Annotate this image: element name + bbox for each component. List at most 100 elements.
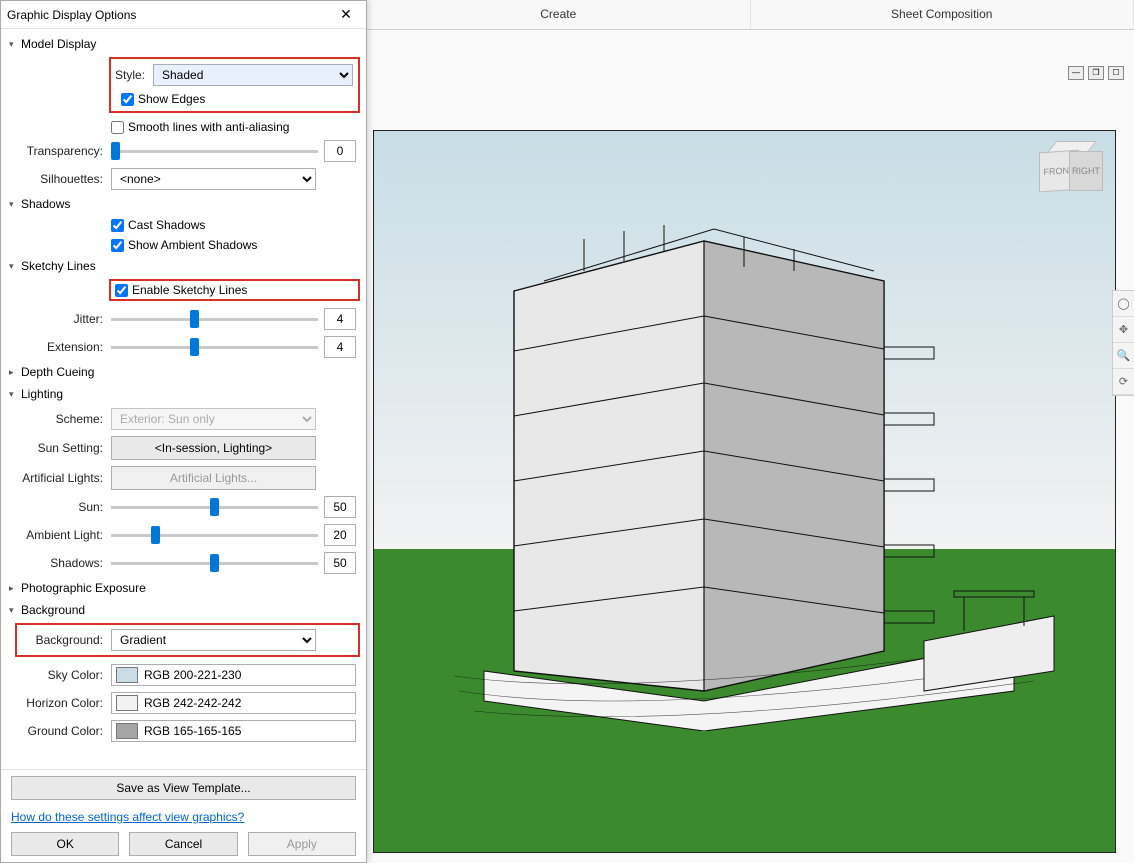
scheme-label: Scheme: [1,412,111,426]
ok-button[interactable]: OK [11,832,119,856]
jitter-label: Jitter: [1,312,111,326]
dialog-footer: Save as View Template... How do these se… [1,769,366,862]
nav-orbit-icon[interactable]: ⟳ [1113,369,1134,395]
dialog-title-text: Graphic Display Options [7,8,332,22]
section-title: Sketchy Lines [21,259,96,273]
section-depth-cueing[interactable]: ▸ Depth Cueing [1,361,366,383]
ambient-shadows-label: Show Ambient Shadows [128,238,257,252]
horizon-color-label: Horizon Color: [1,696,111,710]
sky-color-value: RGB 200-221-230 [144,668,241,682]
cancel-button[interactable]: Cancel [129,832,237,856]
chevron-right-icon: ▸ [9,367,21,378]
model-canvas[interactable]: FRONT RIGHT [373,130,1116,853]
section-title: Shadows [21,197,70,211]
transparency-label: Transparency: [1,144,111,158]
sun-input[interactable] [324,496,356,518]
section-shadows[interactable]: ▾ Shadows [1,193,366,215]
extension-label: Extension: [1,340,111,354]
chevron-down-icon: ▾ [9,261,21,272]
extension-input[interactable] [324,336,356,358]
section-title: Photographic Exposure [21,581,146,595]
section-background[interactable]: ▾ Background [1,599,366,621]
apply-button[interactable]: Apply [248,832,356,856]
style-select[interactable]: Shaded [153,64,353,86]
chevron-down-icon: ▾ [9,199,21,210]
graphic-display-options-dialog: Graphic Display Options ✕ ▾ Model Displa… [0,0,367,863]
sun-label: Sun: [1,500,111,514]
show-edges-checkbox[interactable]: Show Edges [121,92,205,106]
ground-color-button[interactable]: RGB 165-165-165 [111,720,356,742]
cast-shadows-checkbox[interactable]: Cast Shadows [111,218,205,232]
horizon-color-swatch [116,695,138,711]
building-render [454,171,1074,731]
jitter-slider[interactable] [111,318,318,321]
transparency-slider[interactable] [111,150,318,153]
background-label: Background: [23,633,111,647]
navigation-bar: ◯ ✥ 🔍 ⟳ [1112,290,1134,396]
silhouettes-select[interactable]: <none> [111,168,316,190]
minimize-view-icon[interactable]: — [1068,66,1084,80]
ground-color-label: Ground Color: [1,724,111,738]
ground-color-swatch [116,723,138,739]
sketchy-highlight: Enable Sketchy Lines [109,279,360,301]
restore-view-icon[interactable]: ❐ [1088,66,1104,80]
sky-color-swatch [116,667,138,683]
close-icon[interactable]: ✕ [332,6,360,23]
enable-sketchy-checkbox[interactable]: Enable Sketchy Lines [115,283,354,297]
tab-sheet-composition[interactable]: Sheet Composition [751,0,1134,29]
ambient-light-slider[interactable] [111,534,318,537]
section-title: Lighting [21,387,63,401]
section-model-display[interactable]: ▾ Model Display [1,33,366,55]
sun-slider[interactable] [111,506,318,509]
lighting-shadows-slider[interactable] [111,562,318,565]
background-highlight: Background: Gradient [15,623,360,657]
nav-pan-icon[interactable]: ✥ [1113,317,1134,343]
help-link[interactable]: How do these settings affect view graphi… [11,810,356,824]
show-edges-label: Show Edges [138,92,205,106]
lighting-shadows-input[interactable] [324,552,356,574]
artificial-lights-button: Artificial Lights... [111,466,316,490]
section-photographic-exposure[interactable]: ▸ Photographic Exposure [1,577,366,599]
view-cube-right[interactable]: RIGHT [1069,151,1103,191]
artificial-lights-label: Artificial Lights: [1,471,111,485]
maximize-view-icon[interactable]: ☐ [1108,66,1124,80]
ambient-light-input[interactable] [324,524,356,546]
dialog-titlebar: Graphic Display Options ✕ [1,1,366,29]
lighting-shadows-label: Shadows: [1,556,111,570]
horizon-color-button[interactable]: RGB 242-242-242 [111,692,356,714]
style-label: Style: [115,68,153,82]
section-lighting[interactable]: ▾ Lighting [1,383,366,405]
sun-setting-label: Sun Setting: [1,441,111,455]
section-title: Model Display [21,37,96,51]
style-highlight: Style: Shaded Show Edges [109,57,360,113]
cast-shadows-label: Cast Shadows [128,218,205,232]
viewport: — ❐ ☐ [367,30,1134,863]
ambient-shadows-checkbox[interactable]: Show Ambient Shadows [111,238,257,252]
tab-create[interactable]: Create [367,0,751,29]
nav-zoom-icon[interactable]: 🔍 [1113,343,1134,369]
sun-setting-button[interactable]: <In-session, Lighting> [111,436,316,460]
view-window-controls: — ❐ ☐ [1068,66,1124,80]
section-title: Background [21,603,85,617]
jitter-input[interactable] [324,308,356,330]
chevron-right-icon: ▸ [9,583,21,594]
extension-slider[interactable] [111,346,318,349]
section-title: Depth Cueing [21,365,94,379]
chevron-down-icon: ▾ [9,39,21,50]
background-select[interactable]: Gradient [111,629,316,651]
sky-color-button[interactable]: RGB 200-221-230 [111,664,356,686]
ambient-light-label: Ambient Light: [1,528,111,542]
chevron-down-icon: ▾ [9,389,21,400]
silhouettes-label: Silhouettes: [1,172,111,186]
smooth-lines-checkbox[interactable]: Smooth lines with anti-aliasing [111,120,289,134]
enable-sketchy-label: Enable Sketchy Lines [132,283,247,297]
section-sketchy-lines[interactable]: ▾ Sketchy Lines [1,255,366,277]
scheme-select: Exterior: Sun only [111,408,316,430]
nav-wheel-icon[interactable]: ◯ [1113,291,1134,317]
chevron-down-icon: ▾ [9,605,21,616]
smooth-lines-label: Smooth lines with anti-aliasing [128,120,289,134]
view-cube[interactable]: FRONT RIGHT [1039,143,1103,199]
horizon-color-value: RGB 242-242-242 [144,696,241,710]
transparency-input[interactable] [324,140,356,162]
save-as-view-template-button[interactable]: Save as View Template... [11,776,356,800]
